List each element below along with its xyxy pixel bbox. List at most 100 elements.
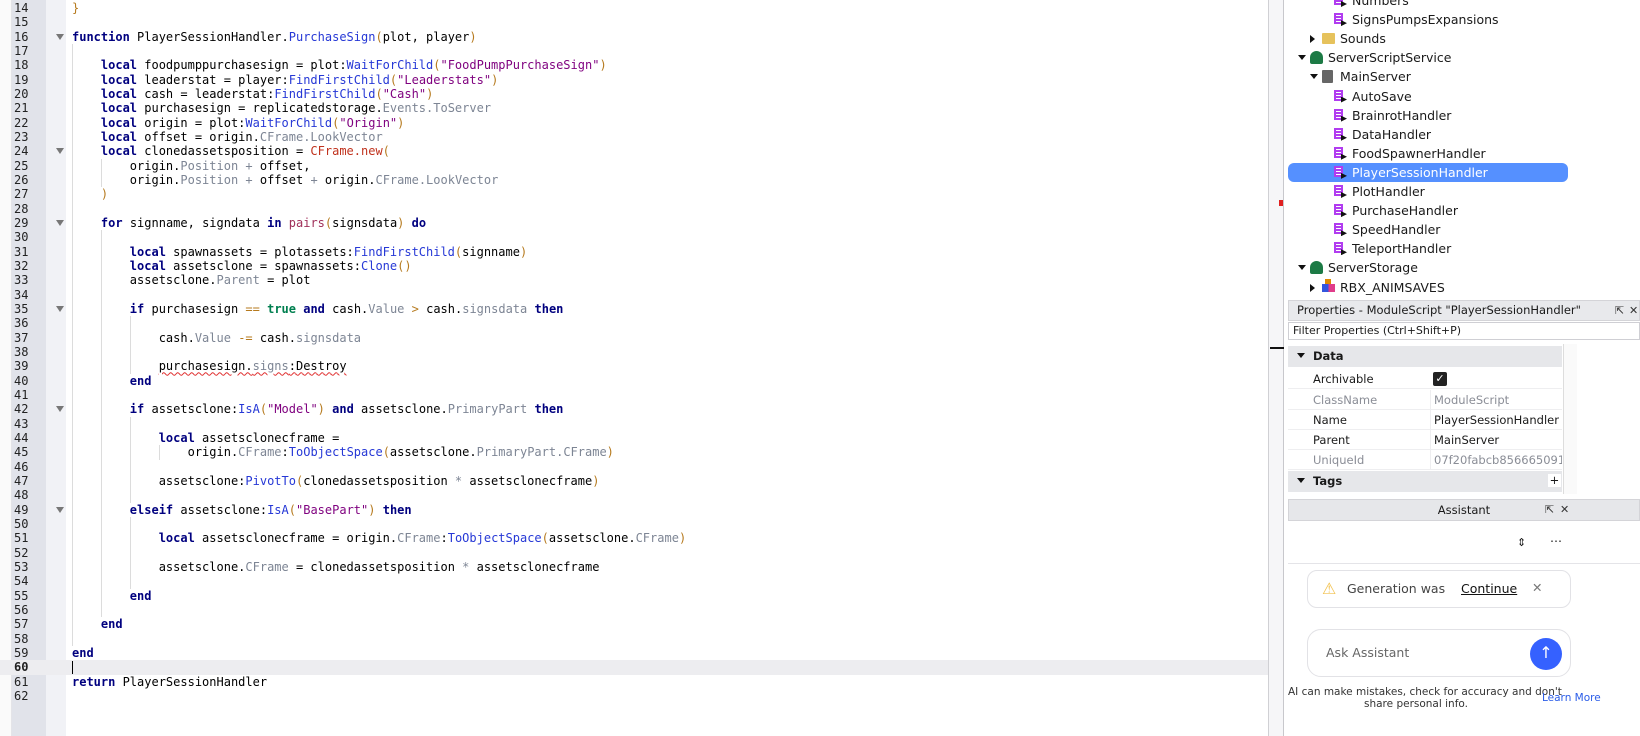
property-name-row[interactable]: Name PlayerSessionHandler xyxy=(1288,410,1562,430)
close-icon[interactable]: ✕ xyxy=(1560,500,1569,520)
expand-arrow-icon[interactable] xyxy=(1298,55,1306,61)
explorer-item[interactable]: Sounds xyxy=(1288,29,1568,48)
explorer-item[interactable]: SpeedHandler xyxy=(1288,220,1568,239)
code-line[interactable]: 41 xyxy=(0,388,1268,402)
code-line[interactable]: 59 end xyxy=(0,646,1268,660)
code-line[interactable]: 15 xyxy=(0,15,1268,29)
code-line[interactable]: 40 end xyxy=(0,374,1268,388)
code-line[interactable]: 44 local assetsclonecframe = xyxy=(0,431,1268,445)
continue-link[interactable]: Continue xyxy=(1461,581,1517,596)
code-line[interactable]: 23 local offset = origin.CFrame.LookVect… xyxy=(0,130,1268,144)
explorer-item[interactable]: PurchaseHandler xyxy=(1288,201,1568,220)
code-line[interactable]: 46 xyxy=(0,460,1268,474)
fold-arrow-icon[interactable] xyxy=(56,219,64,226)
expand-arrow-icon[interactable] xyxy=(1310,74,1318,80)
code-line[interactable]: 30 xyxy=(0,230,1268,244)
code-line[interactable]: 32 local assetsclone = spawnassets:Clone… xyxy=(0,259,1268,273)
code-line[interactable]: 24 local clonedassetsposition = CFrame.n… xyxy=(0,144,1268,158)
explorer-item[interactable]: Numbers xyxy=(1288,0,1568,10)
archivable-checkbox[interactable]: ✓ xyxy=(1433,372,1447,386)
code-line[interactable]: 17 xyxy=(0,44,1268,58)
code-line[interactable]: 62 xyxy=(0,689,1268,703)
code-line[interactable]: 35 if purchasesign == true and cash.Valu… xyxy=(0,302,1268,316)
code-line[interactable]: 27 ) xyxy=(0,187,1268,201)
more-options-icon[interactable]: ⋯ xyxy=(1550,534,1562,548)
code-line[interactable]: 57 end xyxy=(0,617,1268,631)
explorer-item[interactable]: SignsPumpsExpansions xyxy=(1288,10,1568,29)
code-line[interactable]: 37 cash.Value -= cash.signsdata xyxy=(0,331,1268,345)
expand-arrow-icon[interactable] xyxy=(1310,283,1315,292)
code-line[interactable]: 48 xyxy=(0,488,1268,502)
explorer-item[interactable]: PlayerSessionHandler xyxy=(1288,162,1568,182)
explorer-item[interactable]: FoodSpawnerHandler xyxy=(1288,144,1568,163)
code-line[interactable]: 29 for signname, signdata in pairs(signs… xyxy=(0,216,1268,230)
explorer-item[interactable]: RBX_ANIMSAVES xyxy=(1288,278,1568,297)
explorer-item[interactable]: AutoSave xyxy=(1288,87,1568,106)
code-line[interactable]: 54 xyxy=(0,574,1268,588)
explorer-item[interactable]: ServerScriptService xyxy=(1288,48,1568,67)
code-line[interactable]: 16 function PlayerSessionHandler.Purchase… xyxy=(0,30,1268,44)
learn-more-link[interactable]: Learn More xyxy=(1542,692,1601,704)
explorer-item[interactable]: TeleportHandler xyxy=(1288,239,1568,258)
code-line[interactable]: 22 local origin = plot:WaitForChild("Ori… xyxy=(0,116,1268,130)
code-line[interactable]: 39 purchasesign.signs:Destroy xyxy=(0,359,1268,373)
section-data[interactable]: Data xyxy=(1288,346,1562,367)
section-tags[interactable]: Tags + xyxy=(1288,471,1562,492)
filter-properties-input[interactable]: Filter Properties (Ctrl+Shift+P) xyxy=(1288,322,1640,340)
editor-scrollbar[interactable] xyxy=(1268,0,1284,736)
script-editor[interactable]: 14} 15 16 function PlayerSessionHandler.Pur… xyxy=(0,0,1268,736)
undock-icon[interactable]: ⇱ xyxy=(1615,301,1624,320)
code-line[interactable]: 61 return PlayerSessionHandler xyxy=(0,675,1268,689)
code-line[interactable]: 34 xyxy=(0,288,1268,302)
code-line[interactable]: 50 xyxy=(0,517,1268,531)
code-line[interactable]: 51 local assetsclonecframe = origin.CFra… xyxy=(0,531,1268,545)
undock-icon[interactable]: ⇱ xyxy=(1545,500,1554,520)
add-tag-button[interactable]: + xyxy=(1548,474,1561,487)
ask-assistant-input[interactable]: Ask Assistant ↑ xyxy=(1307,629,1571,677)
code-line[interactable]: 26 origin.Position + offset + origin.CFr… xyxy=(0,173,1268,187)
code-line[interactable]: 43 xyxy=(0,417,1268,431)
code-line[interactable]: 19 local leaderstat = player:FindFirstCh… xyxy=(0,73,1268,87)
code-line[interactable]: 25 origin.Position + offset, xyxy=(0,159,1268,173)
code-line[interactable]: 18 local foodpumppurchasesign = plot:Wai… xyxy=(0,58,1268,72)
fold-arrow-icon[interactable] xyxy=(56,305,64,312)
send-button[interactable]: ↑ xyxy=(1530,638,1562,670)
properties-scrollbar[interactable] xyxy=(1563,344,1577,494)
code-line[interactable]: 20 local cash = leaderstat:FindFirstChil… xyxy=(0,87,1268,101)
expand-arrow-icon[interactable] xyxy=(1298,265,1306,271)
explorer-item[interactable]: PlotHandler xyxy=(1288,182,1568,201)
code-line[interactable]: 45 origin.CFrame:ToObjectSpace(assetsclo… xyxy=(0,445,1268,459)
explorer-item[interactable]: BrainrotHandler xyxy=(1288,106,1568,125)
code-line[interactable]: 36 xyxy=(0,316,1268,330)
code-line[interactable]: 47 assetsclone:PivotTo(clonedassetsposit… xyxy=(0,474,1268,488)
code-line[interactable]: 33 assetsclone.Parent = plot xyxy=(0,273,1268,287)
code-line[interactable]: 56 xyxy=(0,603,1268,617)
explorer-item[interactable]: MainServer xyxy=(1288,67,1568,86)
property-archivable[interactable]: Archivable ✓ xyxy=(1288,369,1562,389)
code-line[interactable]: 38 xyxy=(0,345,1268,359)
dismiss-icon[interactable]: ✕ xyxy=(1532,580,1542,595)
fold-arrow-icon[interactable] xyxy=(56,148,64,155)
code-line[interactable]: 42 if assetsclone:IsA("Model") and asset… xyxy=(0,402,1268,416)
close-icon[interactable]: ✕ xyxy=(1629,301,1638,320)
code-line[interactable]: 52 xyxy=(0,546,1268,560)
explorer-item[interactable]: ServerStorage xyxy=(1288,258,1568,277)
code-line[interactable]: 58 xyxy=(0,632,1268,646)
code-line[interactable]: 53 assetsclone.CFrame = clonedassetsposi… xyxy=(0,560,1268,574)
code-line[interactable]: 31 local spawnassets = plotassets:FindFi… xyxy=(0,245,1268,259)
code-line[interactable]: 28 xyxy=(0,202,1268,216)
property-value[interactable]: PlayerSessionHandler xyxy=(1430,410,1562,430)
fold-arrow-icon[interactable] xyxy=(56,33,64,40)
fold-arrow-icon[interactable] xyxy=(56,406,64,413)
code-line[interactable]: 60 xyxy=(0,660,1268,675)
property-parent[interactable]: Parent MainServer xyxy=(1288,430,1562,450)
code-line[interactable]: 21 local purchasesign = replicatedstorag… xyxy=(0,101,1268,115)
property-value[interactable]: MainServer xyxy=(1430,430,1562,450)
code-line[interactable]: 49 elseif assetsclone:IsA("BasePart") th… xyxy=(0,503,1268,517)
expand-arrow-icon[interactable] xyxy=(1310,35,1315,44)
code-line[interactable]: 55 end xyxy=(0,589,1268,603)
collapse-expand-icon[interactable]: ⇕ xyxy=(1517,536,1526,549)
explorer-item[interactable]: DataHandler xyxy=(1288,125,1568,144)
fold-arrow-icon[interactable] xyxy=(56,506,64,513)
code-line[interactable]: 14} xyxy=(0,1,1268,15)
